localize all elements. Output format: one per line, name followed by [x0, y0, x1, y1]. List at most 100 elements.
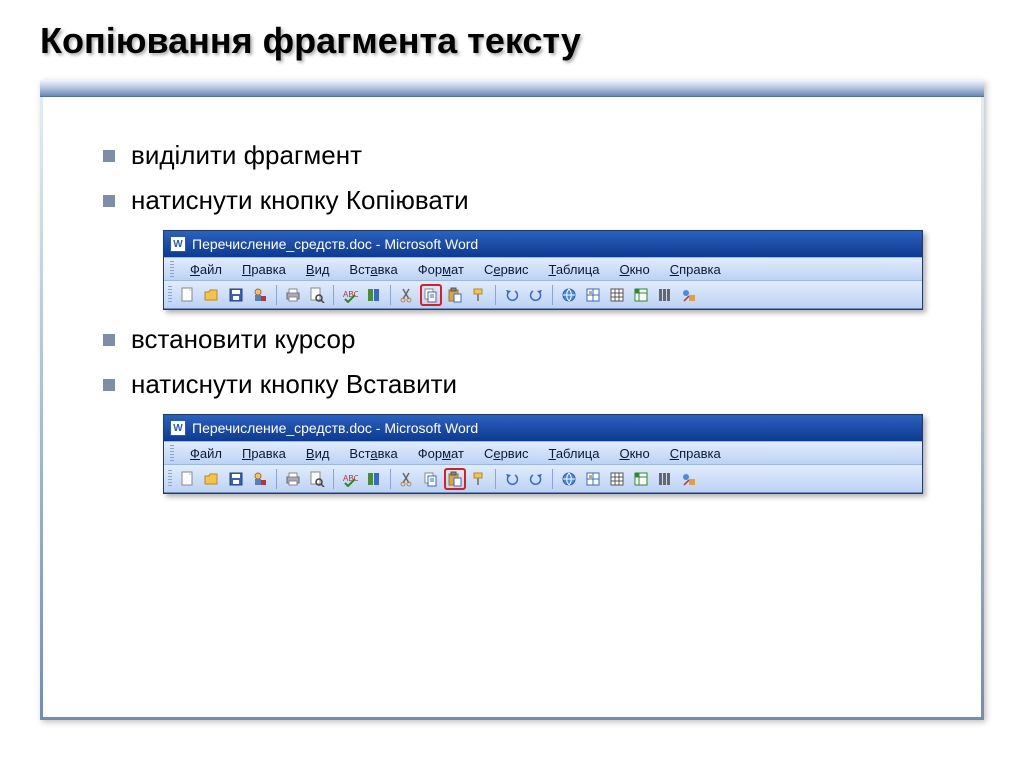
- menu-file[interactable]: Файл: [180, 260, 232, 279]
- tables-borders-button[interactable]: [582, 284, 604, 306]
- hyperlink-button[interactable]: [558, 468, 580, 490]
- copy-button[interactable]: [420, 284, 442, 306]
- grip-icon[interactable]: [168, 286, 172, 304]
- cut-button[interactable]: [396, 284, 418, 306]
- open-button[interactable]: [201, 468, 223, 490]
- menu-edit[interactable]: Правка: [232, 260, 296, 279]
- bullet-square-icon: [103, 150, 115, 162]
- redo-button[interactable]: [525, 284, 547, 306]
- word-toolbar: ABC: [164, 281, 922, 309]
- separator: [333, 285, 334, 305]
- bullet-text: встановити курсор: [131, 324, 355, 355]
- menu-window[interactable]: Окно: [609, 260, 659, 279]
- new-doc-button[interactable]: [177, 468, 199, 490]
- open-button[interactable]: [201, 284, 223, 306]
- word-titlebar: W Перечисление_средств.doc - Microsoft W…: [164, 231, 922, 257]
- permissions-button[interactable]: [249, 468, 271, 490]
- separator: [495, 285, 496, 305]
- separator: [552, 469, 553, 489]
- insert-worksheet-button[interactable]: [630, 284, 652, 306]
- save-button[interactable]: [225, 468, 247, 490]
- hyperlink-button[interactable]: [558, 284, 580, 306]
- copy-button[interactable]: [420, 468, 442, 490]
- bullet-3: встановити курсор: [103, 324, 921, 355]
- save-button[interactable]: [225, 284, 247, 306]
- drawing-button[interactable]: [678, 284, 700, 306]
- bullet-4: натиснути кнопку Вставити: [103, 369, 921, 400]
- grip-icon[interactable]: [168, 470, 172, 488]
- content-frame: виділити фрагмент натиснути кнопку Копію…: [40, 80, 984, 720]
- bullet-2: натиснути кнопку Копіювати: [103, 185, 921, 216]
- research-button[interactable]: [363, 468, 385, 490]
- grip-icon[interactable]: [170, 261, 174, 277]
- format-painter-button[interactable]: [468, 468, 490, 490]
- grip-icon[interactable]: [170, 445, 174, 461]
- insert-table-button[interactable]: [606, 284, 628, 306]
- spellcheck-button[interactable]: ABC: [339, 284, 361, 306]
- separator: [552, 285, 553, 305]
- separator: [390, 285, 391, 305]
- menu-table[interactable]: Таблица: [538, 260, 609, 279]
- menu-window[interactable]: Окно: [609, 444, 659, 463]
- menu-format[interactable]: Формат: [408, 444, 474, 463]
- new-doc-button[interactable]: [177, 284, 199, 306]
- spellcheck-button[interactable]: ABC: [339, 468, 361, 490]
- word-title-text: Перечисление_средств.doc - Microsoft Wor…: [192, 236, 478, 252]
- word-window-paste: W Перечисление_средств.doc - Microsoft W…: [163, 414, 923, 494]
- bullet-text: натиснути кнопку Вставити: [131, 369, 457, 400]
- columns-button[interactable]: [654, 284, 676, 306]
- research-button[interactable]: [363, 284, 385, 306]
- menu-view[interactable]: Вид: [296, 260, 340, 279]
- bullet-square-icon: [103, 195, 115, 207]
- word-menubar: Файл Правка Вид Вставка Формат Сервис Та…: [164, 441, 922, 465]
- tables-borders-button[interactable]: [582, 468, 604, 490]
- slide-title: Копіювання фрагмента тексту: [40, 20, 984, 62]
- menu-insert[interactable]: Вставка: [339, 444, 407, 463]
- print-button[interactable]: [282, 468, 304, 490]
- permissions-button[interactable]: [249, 284, 271, 306]
- paste-button[interactable]: [444, 284, 466, 306]
- word-titlebar: W Перечисление_средств.doc - Microsoft W…: [164, 415, 922, 441]
- menu-tools[interactable]: Сервис: [474, 260, 539, 279]
- bullet-text: виділити фрагмент: [131, 140, 362, 171]
- menu-file[interactable]: Файл: [180, 444, 232, 463]
- print-preview-button[interactable]: [306, 468, 328, 490]
- print-preview-button[interactable]: [306, 284, 328, 306]
- undo-button[interactable]: [501, 468, 523, 490]
- separator: [390, 469, 391, 489]
- menu-insert[interactable]: Вставка: [339, 260, 407, 279]
- columns-button[interactable]: [654, 468, 676, 490]
- menu-table[interactable]: Таблица: [538, 444, 609, 463]
- print-button[interactable]: [282, 284, 304, 306]
- menu-help[interactable]: Справка: [660, 444, 731, 463]
- menu-format[interactable]: Формат: [408, 260, 474, 279]
- menu-help[interactable]: Справка: [660, 260, 731, 279]
- word-app-icon: W: [170, 236, 186, 252]
- cut-button[interactable]: [396, 468, 418, 490]
- bullet-square-icon: [103, 334, 115, 346]
- menu-view[interactable]: Вид: [296, 444, 340, 463]
- format-painter-button[interactable]: [468, 284, 490, 306]
- bullet-text: натиснути кнопку Копіювати: [131, 185, 469, 216]
- word-menubar: Файл Правка Вид Вставка Формат Сервис Та…: [164, 257, 922, 281]
- word-title-text: Перечисление_средств.doc - Microsoft Wor…: [192, 420, 478, 436]
- menu-edit[interactable]: Правка: [232, 444, 296, 463]
- insert-table-button[interactable]: [606, 468, 628, 490]
- bullet-square-icon: [103, 379, 115, 391]
- undo-button[interactable]: [501, 284, 523, 306]
- svg-text:ABC: ABC: [343, 474, 358, 483]
- menu-tools[interactable]: Сервис: [474, 444, 539, 463]
- slide: Копіювання фрагмента тексту виділити фра…: [0, 0, 1024, 767]
- drawing-button[interactable]: [678, 468, 700, 490]
- separator: [276, 469, 277, 489]
- redo-button[interactable]: [525, 468, 547, 490]
- bullet-1: виділити фрагмент: [103, 140, 921, 171]
- separator: [333, 469, 334, 489]
- separator: [495, 469, 496, 489]
- word-toolbar: ABC: [164, 465, 922, 493]
- svg-text:ABC: ABC: [343, 290, 358, 299]
- word-window-copy: W Перечисление_средств.doc - Microsoft W…: [163, 230, 923, 310]
- paste-button[interactable]: [444, 468, 466, 490]
- insert-worksheet-button[interactable]: [630, 468, 652, 490]
- separator: [276, 285, 277, 305]
